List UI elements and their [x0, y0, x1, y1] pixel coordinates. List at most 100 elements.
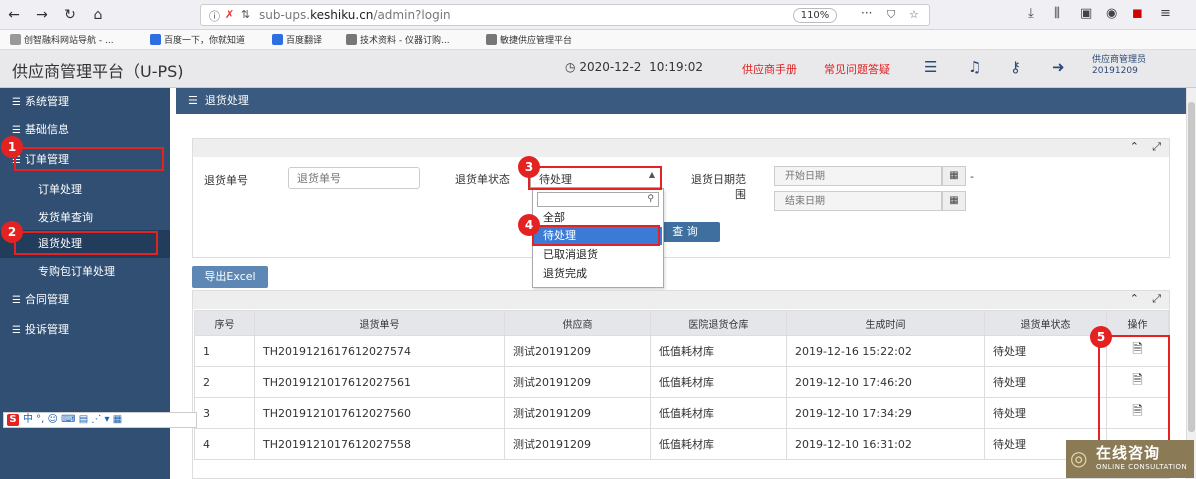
clock-icon: ◷	[565, 60, 576, 74]
back-icon[interactable]: ←	[4, 5, 24, 25]
annotation-box-5	[1098, 335, 1170, 445]
cell-warehouse: 低值耗材库	[650, 366, 787, 398]
bookmark-item[interactable]: 敏捷供应管理平台	[486, 33, 572, 46]
start-date-input[interactable]	[774, 166, 942, 186]
bookmark-star-icon[interactable]: ☆	[909, 8, 919, 21]
page-heading: ☰ 退货处理	[176, 88, 1186, 114]
cell-created-time: 2019-12-10 17:46:20	[786, 366, 985, 398]
return-no-input[interactable]	[288, 167, 420, 189]
extension-icon[interactable]: ◼	[1132, 6, 1143, 21]
cell-index: 2	[194, 366, 255, 398]
library-icon[interactable]: ⫼	[1054, 6, 1060, 21]
table-row: 1 TH2019121617612027574 测试20191209 低值耗材库…	[194, 335, 1169, 367]
annotation-box-1	[14, 147, 164, 171]
expand-icon[interactable]: ⤢	[1152, 292, 1161, 306]
browser-toolbar: ← → ↻ ⌂ ⓘ ✗ ⇅ sub-ups.keshiku.cn/admin?l…	[0, 0, 1196, 30]
globe-icon: ◎	[1070, 446, 1088, 470]
supplier-manual-link[interactable]: 供应商手册	[742, 61, 797, 77]
menu-icon[interactable]: ≡	[1160, 6, 1171, 21]
download-icon[interactable]: ⤓	[1028, 6, 1034, 21]
return-no-label: 退货单号	[204, 174, 248, 187]
address-bar[interactable]: ⓘ ✗ ⇅ sub-ups.keshiku.cn/admin?login 110…	[200, 4, 930, 26]
col-header: 序号	[194, 310, 255, 336]
dropdown-search-input[interactable]: ⚲	[537, 192, 659, 207]
cell-supplier: 测试20191209	[504, 366, 651, 398]
panel-header: ⌃ ⤢	[193, 139, 1169, 157]
key-icon[interactable]: ⚷	[1010, 58, 1021, 76]
table-row: 3 TH2019121017612027560 测试20191209 低值耗材库…	[194, 397, 1169, 429]
returns-table: 序号 退货单号 供应商 医院退货仓库 生成时间 退货单状态 操作 1 TH201…	[194, 310, 1169, 460]
col-header: 生成时间	[786, 310, 985, 336]
collapse-icon[interactable]: ⌃	[1130, 292, 1139, 305]
list-icon[interactable]: ☰	[924, 58, 937, 76]
cell-return-no: TH2019121617612027574	[254, 335, 505, 367]
sidebar-item-basic-info[interactable]: ☰ 基础信息	[0, 116, 170, 144]
collapse-icon[interactable]: ⌃	[1130, 140, 1139, 153]
calendar-icon[interactable]: ▦	[942, 191, 966, 211]
reload-icon[interactable]: ↻	[60, 5, 80, 25]
option-completed[interactable]: 退货完成	[534, 265, 662, 283]
bookmark-item[interactable]: 百度翻译	[272, 33, 322, 46]
cell-index: 3	[194, 397, 255, 429]
online-consultation-badge[interactable]: ◎ 在线咨询 ONLINE CONSULTATION	[1066, 440, 1194, 478]
sidebar-item-special-orders[interactable]: 专购包订单处理	[0, 258, 170, 286]
col-header: 退货单状态	[984, 310, 1107, 336]
cell-created-time: 2019-12-10 17:34:29	[786, 397, 985, 429]
vertical-scrollbar[interactable]	[1186, 88, 1196, 479]
cell-supplier: 测试20191209	[504, 428, 651, 460]
annotation-marker-5: 5	[1090, 326, 1112, 348]
menu-list-icon: ☰	[188, 94, 198, 107]
home-icon[interactable]: ⌂	[88, 5, 108, 25]
cell-return-no: TH2019121017612027558	[254, 428, 505, 460]
info-icon: ⓘ	[209, 10, 220, 23]
table-header-row: 序号 退货单号 供应商 医院退货仓库 生成时间 退货单状态 操作	[194, 310, 1169, 336]
header-datetime: ◷ 2020-12-2 10:19:02	[565, 60, 703, 74]
page-actions-icon[interactable]: ···	[861, 6, 872, 20]
faq-link[interactable]: 常见问题答疑	[824, 61, 890, 77]
forward-icon[interactable]: →	[32, 5, 52, 25]
cell-status: 待处理	[984, 397, 1107, 429]
ime-toolbar[interactable]: S中 °, ☺ ⌨ ▤ ⋰ ▾ ▦	[3, 412, 197, 428]
option-cancelled[interactable]: 已取消退货	[534, 246, 662, 264]
main-content: ☰ 退货处理 ⌃ ⤢ 退货单号 退货单状态 退货日期范围 ▦ - ▦ 查 询 待…	[170, 88, 1196, 479]
bell-icon[interactable]: ♫	[968, 58, 981, 76]
bookmark-item[interactable]: 创智融科网站导航 - ...	[10, 33, 114, 46]
sidebar-item-complaints[interactable]: ☰ 投诉管理	[0, 316, 170, 344]
menu-list-icon: ☰	[12, 295, 21, 306]
bookmark-item[interactable]: 技术资料 - 仪器订购...	[346, 33, 450, 46]
annotation-box-2	[14, 231, 158, 255]
cell-index: 4	[194, 428, 255, 460]
sidebar-item-system[interactable]: ☰ 系统管理	[0, 88, 170, 116]
export-excel-button[interactable]: 导出Excel	[192, 266, 268, 288]
cell-status: 待处理	[984, 335, 1107, 367]
col-header: 操作	[1106, 310, 1169, 336]
cell-created-time: 2019-12-16 15:22:02	[786, 335, 985, 367]
status-label: 退货单状态	[455, 173, 510, 186]
sidebar-item-shipment-query[interactable]: 发货单查询	[0, 204, 170, 232]
user-info[interactable]: 供应商管理员 20191209	[1092, 55, 1146, 77]
sidebar-item-contracts[interactable]: ☰ 合同管理	[0, 286, 170, 314]
bookmark-item[interactable]: 百度一下，你就知道	[150, 33, 245, 46]
calendar-icon[interactable]: ▦	[942, 166, 966, 186]
cell-status: 待处理	[984, 366, 1107, 398]
app-header: 供应商管理平台（U-PS) ◷ 2020-12-2 10:19:02 供应商手册…	[0, 50, 1196, 88]
expand-icon[interactable]: ⤢	[1152, 140, 1161, 154]
logout-icon[interactable]: ➜	[1052, 58, 1065, 76]
table-row: 2 TH2019121017612027561 测试20191209 低值耗材库…	[194, 366, 1169, 398]
pocket-icon[interactable]: ⛉	[887, 8, 895, 22]
annotation-box-3	[528, 166, 662, 190]
scrollbar-thumb[interactable]	[1188, 102, 1195, 432]
cell-supplier: 测试20191209	[504, 335, 651, 367]
end-date-input[interactable]	[774, 191, 942, 211]
annotation-marker-1: 1	[1, 136, 23, 158]
tracking-icon[interactable]: ◉	[1106, 6, 1117, 21]
cell-warehouse: 低值耗材库	[650, 397, 787, 429]
url-text[interactable]: sub-ups.keshiku.cn/admin?login	[259, 8, 451, 22]
cell-return-no: TH2019121017612027560	[254, 397, 505, 429]
insecure-lock-icon: ✗	[225, 8, 235, 21]
zoom-level[interactable]: 110%	[793, 8, 837, 23]
col-header: 医院退货仓库	[650, 310, 787, 336]
cell-warehouse: 低值耗材库	[650, 335, 787, 367]
sidebar-item-order-processing[interactable]: 订单处理	[0, 176, 170, 204]
sidebar-toggle-icon[interactable]: ▣	[1080, 6, 1092, 21]
